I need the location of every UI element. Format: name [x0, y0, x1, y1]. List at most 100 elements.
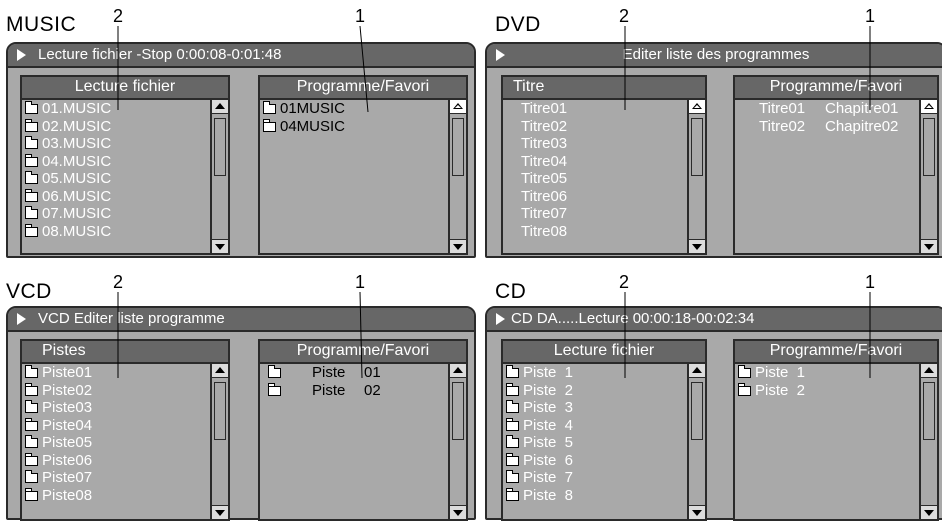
list-item[interactable]: Piste02	[22, 382, 210, 400]
list-item[interactable]: Titre04	[521, 153, 687, 171]
scroll-thumb[interactable]	[691, 118, 703, 176]
list-item[interactable]: Titre07	[521, 205, 687, 223]
scroll-down-button[interactable]	[689, 239, 705, 253]
list-item[interactable]: 03.MUSIC	[22, 135, 210, 153]
list-header: Programme/Favori	[735, 77, 937, 100]
screen-panel: VCD Editer liste programme Pistes Piste0…	[6, 306, 476, 521]
dvd-quadrant: DVD 2 1 Editer liste des programmes Titr…	[471, 0, 942, 260]
scrollbar[interactable]	[210, 100, 228, 253]
scroll-down-button[interactable]	[212, 239, 228, 253]
scroll-down-button[interactable]	[212, 505, 228, 519]
play-icon	[17, 313, 26, 325]
list-item[interactable]: 08.MUSIC	[22, 223, 210, 241]
list-item[interactable]: 02.MUSIC	[22, 118, 210, 136]
list-item[interactable]: 04MUSIC	[260, 118, 448, 136]
folder-icon	[24, 365, 38, 378]
scroll-up-button[interactable]	[212, 100, 228, 114]
list-item[interactable]: 07.MUSIC	[22, 205, 210, 223]
folder-icon	[24, 435, 38, 448]
scroll-up-button[interactable]	[689, 100, 705, 114]
arrow-up-icon	[453, 367, 463, 373]
list-item[interactable]: Titre01	[521, 100, 687, 118]
scrollbar[interactable]	[919, 364, 937, 519]
list-item[interactable]: Titre02	[521, 118, 687, 136]
folder-icon	[24, 171, 38, 184]
list-item[interactable]: 05.MUSIC	[22, 170, 210, 188]
scroll-up-button[interactable]	[921, 100, 937, 114]
list-item[interactable]: Piste 2	[503, 382, 687, 400]
folder-icon	[24, 136, 38, 149]
callout-2: 2	[113, 6, 124, 26]
list-item[interactable]: Piste04	[22, 417, 210, 435]
screen-panel: Editer liste des programmes Titre Titre0…	[485, 42, 942, 258]
list-item[interactable]: 04.MUSIC	[22, 153, 210, 171]
scrollbar[interactable]	[919, 100, 937, 253]
callout-2: 2	[619, 272, 630, 292]
list-item[interactable]: Piste 5	[503, 434, 687, 452]
list-item[interactable]: Piste 1	[503, 364, 687, 382]
folder-icon	[24, 153, 38, 167]
scroll-down-button[interactable]	[689, 505, 705, 519]
list-item[interactable]: Titre02 Chapitre02	[735, 118, 919, 136]
scrollbar[interactable]	[687, 364, 705, 519]
scroll-up-button[interactable]	[450, 100, 466, 114]
list-item[interactable]: Piste01	[22, 364, 210, 382]
scroll-up-button[interactable]	[689, 364, 705, 378]
scroll-thumb[interactable]	[214, 382, 226, 440]
scroll-thumb[interactable]	[452, 382, 464, 440]
folder-icon	[267, 382, 281, 396]
list-item[interactable]: Piste 3	[503, 399, 687, 417]
list-item[interactable]: Titre01 Chapitre01	[735, 100, 919, 118]
list-header: Programme/Favori	[260, 341, 466, 364]
folder-icon	[262, 101, 276, 114]
scroll-down-button[interactable]	[450, 239, 466, 253]
music-quadrant: MUSIC 2 1 Lecture fichier -Stop 0:00:08-…	[0, 0, 476, 260]
list-item[interactable]: Titre05	[521, 170, 687, 188]
arrow-up-icon	[692, 103, 702, 109]
list-item[interactable]: Piste07	[22, 469, 210, 487]
list-item[interactable]: Titre08	[521, 223, 687, 241]
scroll-thumb[interactable]	[923, 382, 935, 440]
play-icon	[17, 49, 26, 61]
scroll-thumb[interactable]	[923, 118, 935, 176]
scrollbar[interactable]	[687, 100, 705, 253]
arrow-up-icon	[215, 103, 225, 109]
list-item[interactable]: 01MUSIC	[260, 100, 448, 118]
scroll-up-button[interactable]	[921, 364, 937, 378]
scroll-up-button[interactable]	[450, 364, 466, 378]
list-item[interactable]: Piste 2	[735, 382, 919, 400]
status-text: Editer liste des programmes	[622, 46, 810, 63]
scrollbar[interactable]	[448, 364, 466, 519]
list-item[interactable]: Piste 1	[735, 364, 919, 382]
scroll-thumb[interactable]	[691, 382, 703, 440]
list-item[interactable]: Titre06	[521, 188, 687, 206]
list-item[interactable]: Piste06	[22, 452, 210, 470]
scroll-down-button[interactable]	[921, 239, 937, 253]
folder-icon	[267, 365, 281, 378]
scroll-down-button[interactable]	[450, 505, 466, 519]
scroll-up-button[interactable]	[212, 364, 228, 378]
list-item[interactable]: 06.MUSIC	[22, 188, 210, 206]
list-header: Lecture fichier	[503, 341, 705, 364]
scroll-thumb[interactable]	[452, 118, 464, 176]
list-item[interactable]: Piste 6	[503, 452, 687, 470]
list-header: Titre	[503, 77, 705, 100]
list-item[interactable]: Piste05	[22, 434, 210, 452]
status-text: VCD Editer liste programme	[38, 310, 225, 327]
list-item[interactable]: Piste08	[22, 487, 210, 505]
scroll-down-button[interactable]	[921, 505, 937, 519]
file-list-box: Lecture fichier 01.MUSIC 02.MUSIC 03.MUS…	[20, 75, 230, 255]
callout-1: 1	[865, 272, 876, 292]
list-item[interactable]: Piste01	[260, 364, 448, 382]
list-item[interactable]: Piste 4	[503, 417, 687, 435]
list-item[interactable]: Piste03	[22, 399, 210, 417]
list-item[interactable]: 01.MUSIC	[22, 100, 210, 118]
list-item[interactable]: Piste02	[260, 382, 448, 400]
scroll-thumb[interactable]	[214, 118, 226, 176]
list-item[interactable]: Titre03	[521, 135, 687, 153]
list-item[interactable]: Piste 8	[503, 487, 687, 505]
list-item[interactable]: Piste 7	[503, 469, 687, 487]
scrollbar[interactable]	[448, 100, 466, 253]
scrollbar[interactable]	[210, 364, 228, 519]
quadrant-title: DVD	[495, 13, 541, 36]
